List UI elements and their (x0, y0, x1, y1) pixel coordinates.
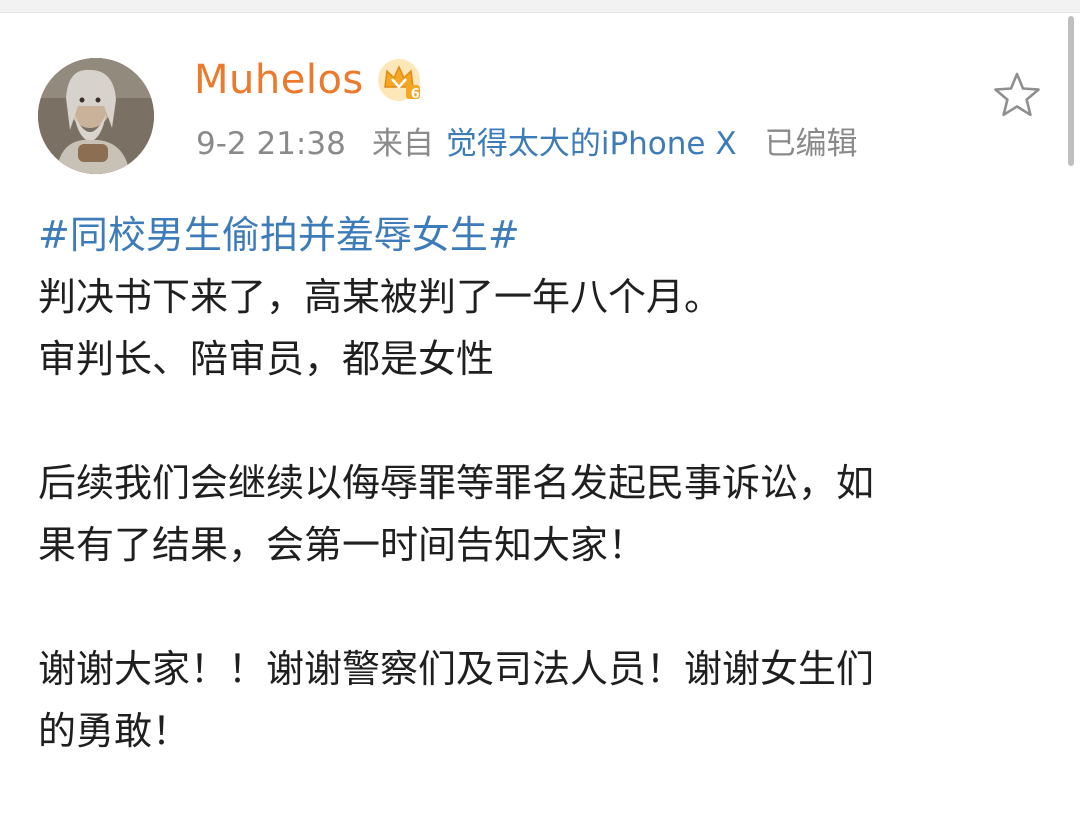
author-row: Muhelos 6 (194, 52, 422, 108)
content-line: 的勇敢！ (38, 709, 191, 753)
content-line: 果有了结果，会第一时间告知大家！ (38, 523, 647, 567)
source-label: 来自 (371, 125, 434, 162)
post-time: 9-2 21:38 (196, 125, 346, 162)
vip-level: 6 (410, 87, 420, 102)
weibo-post-page: Muhelos 6 9-2 21:38 来自 觉得太大的iPhone X 已编辑… (0, 0, 1080, 814)
edited-label[interactable]: 已编辑 (765, 128, 858, 160)
source-device-link[interactable]: 觉得太大的iPhone X (446, 128, 737, 160)
content-line: 后续我们会继续以侮辱罪等罪名发起民事诉讼，如 (38, 461, 875, 505)
content-line: 判决书下来了，高某被判了一年八个月。 (38, 275, 723, 319)
scrollbar[interactable] (1068, 16, 1074, 166)
content-line: 谢谢大家！！谢谢警察们及司法人员！谢谢女生们 (38, 647, 875, 691)
content-line: 审判长、陪审员，都是女性 (38, 337, 495, 381)
post-content: #同校男生偷拍并羞辱女生# 判决书下来了，高某被判了一年八个月。 审判长、陪审员… (38, 204, 1038, 762)
star-outline-icon[interactable] (992, 70, 1042, 120)
top-divider (0, 0, 1080, 13)
avatar[interactable] (38, 58, 154, 174)
hashtag-link[interactable]: #同校男生偷拍并羞辱女生# (38, 213, 520, 257)
post-meta: 9-2 21:38 来自 觉得太大的iPhone X 已编辑 (196, 122, 858, 166)
crown-icon[interactable]: 6 (376, 57, 422, 103)
author-name[interactable]: Muhelos (194, 60, 364, 100)
